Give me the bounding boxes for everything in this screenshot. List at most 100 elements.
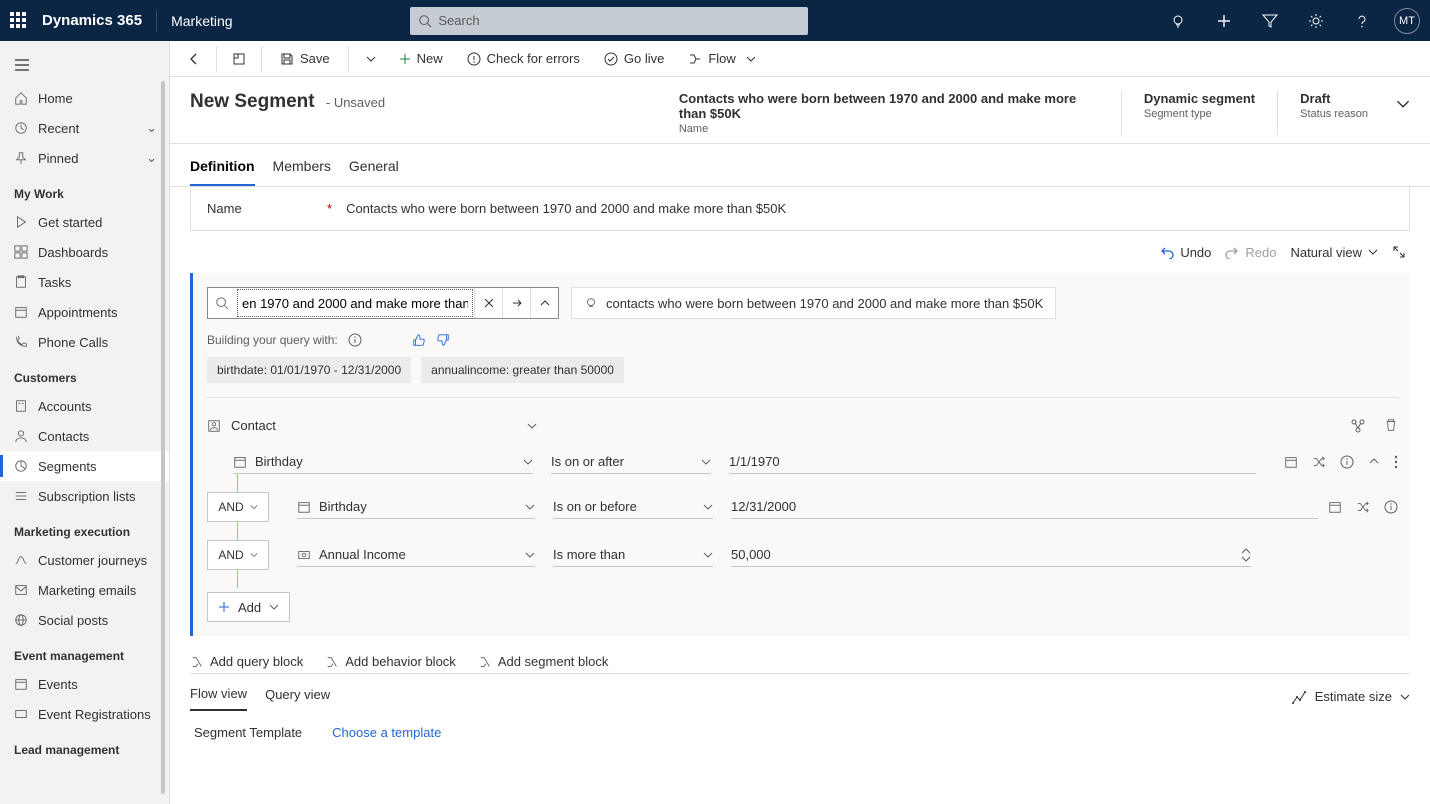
header-name-value: Contacts who were born between 1970 and … — [679, 91, 1099, 121]
nav-appointments[interactable]: Appointments — [0, 297, 169, 327]
field-selector-birthday-1[interactable]: Birthday — [233, 450, 533, 474]
chevron-up-icon[interactable] — [1368, 455, 1380, 467]
add-query-block-button[interactable]: Add query block — [190, 654, 303, 669]
save-dropdown[interactable] — [357, 42, 385, 76]
shuffle-icon[interactable] — [1312, 455, 1326, 469]
flow-button[interactable]: Flow — [678, 42, 765, 76]
spin-down-icon[interactable] — [1241, 555, 1251, 562]
thumbs-down-icon[interactable] — [436, 333, 450, 347]
flow-view-tab[interactable]: Flow view — [190, 682, 247, 711]
plus-icon[interactable] — [1210, 7, 1238, 35]
nav-subscription-lists[interactable]: Subscription lists — [0, 481, 169, 511]
thumbs-up-icon[interactable] — [412, 333, 426, 347]
field-label: Birthday — [255, 454, 303, 469]
operator-selector-2[interactable]: Is on or before — [553, 495, 713, 519]
gear-icon[interactable] — [1302, 7, 1330, 35]
back-button[interactable] — [180, 42, 208, 76]
filter-icon[interactable] — [1256, 7, 1284, 35]
clear-button[interactable] — [474, 288, 502, 318]
estimate-label: Estimate size — [1315, 689, 1392, 704]
undo-button[interactable]: Undo — [1160, 245, 1211, 260]
add-segment-block-button[interactable]: Add segment block — [478, 654, 609, 669]
add-condition-button[interactable]: Add — [207, 592, 290, 622]
view-mode-dropdown[interactable]: Natural view — [1290, 245, 1378, 260]
chevron-down-icon — [746, 54, 756, 64]
global-search[interactable]: Search — [410, 7, 808, 35]
collapse-button[interactable] — [530, 288, 558, 318]
nav-segments[interactable]: Segments — [0, 451, 169, 481]
person-icon — [14, 429, 28, 443]
pin-icon — [14, 151, 28, 165]
more-icon[interactable] — [1394, 455, 1398, 469]
logic-operator-1[interactable]: AND — [207, 492, 269, 522]
building-label: Building your query with: — [207, 333, 338, 347]
shuffle-icon[interactable] — [1356, 500, 1370, 514]
tab-definition[interactable]: Definition — [190, 152, 255, 186]
value-text: 12/31/2000 — [731, 499, 796, 514]
nav-customer-journeys[interactable]: Customer journeys — [0, 545, 169, 575]
nav-label: Get started — [38, 215, 102, 230]
ticket-icon — [14, 707, 28, 721]
nav-accounts[interactable]: Accounts — [0, 391, 169, 421]
redo-button[interactable]: Redo — [1225, 245, 1276, 260]
submit-button[interactable] — [502, 288, 530, 318]
go-live-button[interactable]: Go live — [594, 42, 674, 76]
nav-contacts[interactable]: Contacts — [0, 421, 169, 451]
add-behavior-block-button[interactable]: Add behavior block — [325, 654, 456, 669]
expand-icon — [1392, 245, 1406, 259]
nav-dashboards[interactable]: Dashboards — [0, 237, 169, 267]
check-errors-button[interactable]: Check for errors — [457, 42, 590, 76]
choose-template-link[interactable]: Choose a template — [332, 725, 441, 740]
entity-selector[interactable]: Contact — [207, 414, 537, 438]
query-view-tab[interactable]: Query view — [265, 683, 330, 710]
value-input-2[interactable]: 12/31/2000 — [731, 495, 1318, 519]
value-input-3[interactable]: 50,000 — [731, 543, 1251, 567]
nav-event-registrations[interactable]: Event Registrations — [0, 699, 169, 729]
calendar-icon[interactable] — [1328, 500, 1342, 514]
estimate-size-button[interactable]: Estimate size — [1291, 689, 1410, 705]
nav-events[interactable]: Events — [0, 669, 169, 699]
user-avatar[interactable]: MT — [1394, 8, 1420, 34]
app-launcher-icon[interactable] — [10, 12, 28, 30]
open-new-window-button[interactable] — [225, 42, 253, 76]
save-button[interactable]: Save — [270, 42, 340, 76]
nav-recent[interactable]: Recent ⌄ — [0, 113, 169, 143]
value-input-1[interactable]: 1/1/1970 — [729, 450, 1256, 474]
info-icon[interactable] — [1384, 500, 1398, 514]
calendar-icon — [233, 455, 247, 469]
calendar-icon[interactable] — [1284, 455, 1298, 469]
nav-pinned[interactable]: Pinned ⌄ — [0, 143, 169, 173]
operator-selector-1[interactable]: Is on or after — [551, 450, 711, 474]
tab-general[interactable]: General — [349, 152, 399, 186]
delete-icon[interactable] — [1384, 418, 1398, 432]
lightbulb-icon[interactable] — [1164, 7, 1192, 35]
field-selector-birthday-2[interactable]: Birthday — [297, 495, 535, 519]
header-expand-button[interactable] — [1396, 91, 1410, 111]
new-button[interactable]: New — [389, 42, 453, 76]
nl-query-input[interactable] — [237, 289, 473, 317]
nav-tasks[interactable]: Tasks — [0, 267, 169, 297]
operator-selector-3[interactable]: Is more than — [553, 543, 713, 567]
nav-phone-calls[interactable]: Phone Calls — [0, 327, 169, 357]
op-label: Is on or after — [551, 454, 624, 469]
nl-suggestion[interactable]: contacts who were born between 1970 and … — [571, 287, 1056, 319]
logic-operator-2[interactable]: AND — [207, 540, 269, 570]
nav-home[interactable]: Home — [0, 83, 169, 113]
nav-get-started[interactable]: Get started — [0, 207, 169, 237]
info-icon[interactable] — [348, 333, 362, 347]
nav-recent-label: Recent — [38, 121, 79, 136]
nav-collapse-button[interactable] — [0, 47, 169, 83]
relationship-icon[interactable] — [1350, 418, 1366, 434]
name-field-value[interactable]: Contacts who were born between 1970 and … — [346, 201, 1393, 216]
nav-social-posts[interactable]: Social posts — [0, 605, 169, 635]
required-indicator: * — [327, 201, 332, 216]
nav-label: Marketing emails — [38, 583, 136, 598]
info-icon[interactable] — [1340, 455, 1354, 469]
fullscreen-button[interactable] — [1392, 245, 1406, 259]
field-selector-income[interactable]: Annual Income — [297, 543, 535, 567]
scrollbar[interactable] — [161, 81, 165, 794]
help-icon[interactable] — [1348, 7, 1376, 35]
nav-marketing-emails[interactable]: Marketing emails — [0, 575, 169, 605]
spin-up-icon[interactable] — [1241, 548, 1251, 555]
tab-members[interactable]: Members — [273, 152, 331, 186]
